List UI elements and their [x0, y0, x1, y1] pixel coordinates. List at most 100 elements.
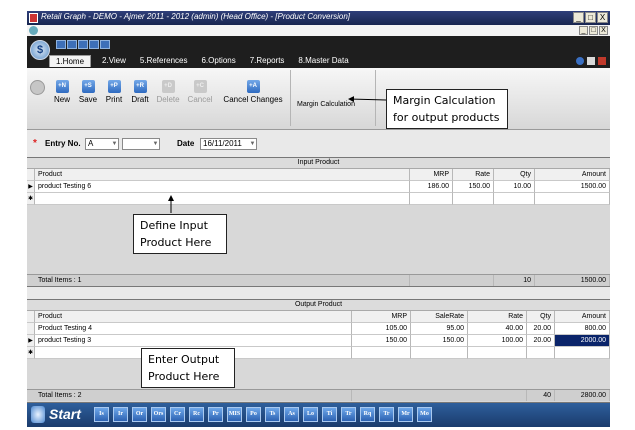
- tab-view[interactable]: 2.View: [96, 55, 132, 67]
- qat-icon[interactable]: [78, 40, 88, 49]
- taskbar-module-icon[interactable]: Cr: [170, 407, 185, 422]
- chevron-down-icon[interactable]: ▼: [152, 139, 159, 149]
- tab-reports[interactable]: 7.Reports: [244, 55, 291, 67]
- tab-references[interactable]: 5.References: [134, 55, 194, 67]
- column-header-qty[interactable]: Qty: [494, 169, 535, 181]
- maximize-button[interactable]: □: [585, 12, 596, 23]
- input-cell-amount[interactable]: 1500.00: [535, 181, 610, 193]
- new-row-icon[interactable]: ✱: [27, 193, 35, 205]
- qat-icon[interactable]: [67, 40, 77, 49]
- tab-options[interactable]: 6.Options: [195, 55, 241, 67]
- column-header-product[interactable]: Product: [35, 169, 410, 181]
- print-button[interactable]: +P Print: [103, 72, 125, 104]
- save-button[interactable]: +S Save: [77, 72, 99, 104]
- output-new-row-rate[interactable]: [468, 347, 527, 359]
- margin-calculation-button[interactable]: Margin Calculation: [297, 101, 355, 108]
- mdi-app-icon[interactable]: [29, 26, 38, 35]
- taskbar-module-icon[interactable]: Po: [246, 407, 261, 422]
- taskbar-module-icon[interactable]: Ir: [113, 407, 128, 422]
- row-header[interactable]: [27, 323, 35, 335]
- input-cell-rate[interactable]: 150.00: [453, 181, 494, 193]
- taskbar-module-icon[interactable]: Ti: [322, 407, 337, 422]
- input-new-row-qty[interactable]: [494, 193, 535, 205]
- taskbar-module-icon[interactable]: Pr: [208, 407, 223, 422]
- input-new-row-amount[interactable]: [535, 193, 610, 205]
- row-indicator-icon[interactable]: ▶: [27, 181, 35, 193]
- taskbar-module-icon[interactable]: Lo: [303, 407, 318, 422]
- output-new-row-amount[interactable]: [555, 347, 610, 359]
- taskbar-module-icon[interactable]: Rc: [189, 407, 204, 422]
- input-new-row-mrp[interactable]: [410, 193, 453, 205]
- taskbar-module-icon[interactable]: MIS: [227, 407, 242, 422]
- new-row-icon[interactable]: ✱: [27, 347, 35, 359]
- output-cell-qty[interactable]: 20.00: [527, 323, 555, 335]
- output-new-row-mrp[interactable]: [352, 347, 411, 359]
- output-cell-product[interactable]: product Testing 3: [35, 335, 352, 347]
- input-cell-qty[interactable]: 10.00: [494, 181, 535, 193]
- taskbar-module-icon[interactable]: Ts: [265, 407, 280, 422]
- output-cell-qty[interactable]: 20.00: [527, 335, 555, 347]
- close-button[interactable]: X: [597, 12, 608, 23]
- qat-icon[interactable]: [89, 40, 99, 49]
- input-cell-product[interactable]: product Testing 6: [35, 181, 410, 193]
- refresh-icon[interactable]: [30, 80, 45, 95]
- entry-series-select[interactable]: A ▼: [85, 138, 119, 150]
- delete-button[interactable]: +D Delete: [155, 72, 181, 104]
- column-header-salerate[interactable]: SaleRate: [411, 311, 468, 323]
- output-cell-salerate[interactable]: 95.00: [411, 323, 468, 335]
- output-cell-amount-selected[interactable]: 2000.00: [555, 335, 610, 347]
- draft-button[interactable]: +R Draft: [129, 72, 151, 104]
- column-header-amount[interactable]: Amount: [535, 169, 610, 181]
- document-icon[interactable]: [587, 57, 595, 65]
- cancel-button[interactable]: +C Cancel: [187, 72, 213, 104]
- output-new-row-qty[interactable]: [527, 347, 555, 359]
- title-bar[interactable]: Retail Graph - DEMO - Ajmer 2011 - 2012 …: [27, 11, 610, 25]
- output-cell-salerate[interactable]: 150.00: [411, 335, 468, 347]
- taskbar-module-icon[interactable]: Rq: [360, 407, 375, 422]
- taskbar-module-icon[interactable]: Is: [94, 407, 109, 422]
- row-indicator-icon[interactable]: ▶: [27, 335, 35, 347]
- input-new-row-product[interactable]: [35, 193, 410, 205]
- output-cell-product[interactable]: Product Testing 4: [35, 323, 352, 335]
- mdi-close-button[interactable]: X: [599, 26, 608, 35]
- close-app-icon[interactable]: [598, 57, 606, 65]
- taskbar-module-icon[interactable]: Tr: [341, 407, 356, 422]
- column-header-rate[interactable]: Rate: [468, 311, 527, 323]
- taskbar-module-icon[interactable]: Mo: [417, 407, 432, 422]
- column-header-rate[interactable]: Rate: [453, 169, 494, 181]
- chevron-down-icon[interactable]: ▼: [249, 139, 256, 149]
- column-header-amount[interactable]: Amount: [555, 311, 610, 323]
- cancel-changes-button[interactable]: +A Cancel Changes: [223, 72, 283, 104]
- tab-home[interactable]: 1.Home: [49, 55, 92, 67]
- qat-icon[interactable]: [100, 40, 110, 49]
- new-button[interactable]: +N New: [51, 72, 73, 104]
- taskbar-module-icon[interactable]: As: [284, 407, 299, 422]
- input-new-row-rate[interactable]: [453, 193, 494, 205]
- output-new-row-salerate[interactable]: [411, 347, 468, 359]
- taskbar-module-icon[interactable]: Or: [132, 407, 147, 422]
- output-cell-mrp[interactable]: 150.00: [352, 335, 411, 347]
- start-logo-icon[interactable]: [31, 406, 45, 423]
- tab-master-data[interactable]: 8.Master Data: [292, 55, 354, 67]
- app-menu-button[interactable]: $: [30, 40, 50, 60]
- minimize-button[interactable]: _: [573, 12, 584, 23]
- column-header-product[interactable]: Product: [35, 311, 352, 323]
- output-cell-mrp[interactable]: 105.00: [352, 323, 411, 335]
- taskbar-module-icon[interactable]: Ors: [151, 407, 166, 422]
- mdi-minimize-button[interactable]: _: [579, 26, 588, 35]
- mdi-restore-button[interactable]: □: [589, 26, 598, 35]
- column-header-qty[interactable]: Qty: [527, 311, 555, 323]
- qat-icon[interactable]: [56, 40, 66, 49]
- input-cell-mrp[interactable]: 186.00: [410, 181, 453, 193]
- output-cell-rate[interactable]: 100.00: [468, 335, 527, 347]
- column-header-mrp[interactable]: MRP: [352, 311, 411, 323]
- output-cell-rate[interactable]: 40.00: [468, 323, 527, 335]
- chevron-down-icon[interactable]: ▼: [111, 139, 118, 149]
- taskbar-module-icon[interactable]: Mr: [398, 407, 413, 422]
- output-cell-amount[interactable]: 800.00: [555, 323, 610, 335]
- taskbar-module-icon[interactable]: Tr: [379, 407, 394, 422]
- entry-number-select[interactable]: ▼: [122, 138, 160, 150]
- start-button[interactable]: Start: [49, 406, 81, 422]
- column-header-mrp[interactable]: MRP: [410, 169, 453, 181]
- help-icon[interactable]: [576, 57, 584, 65]
